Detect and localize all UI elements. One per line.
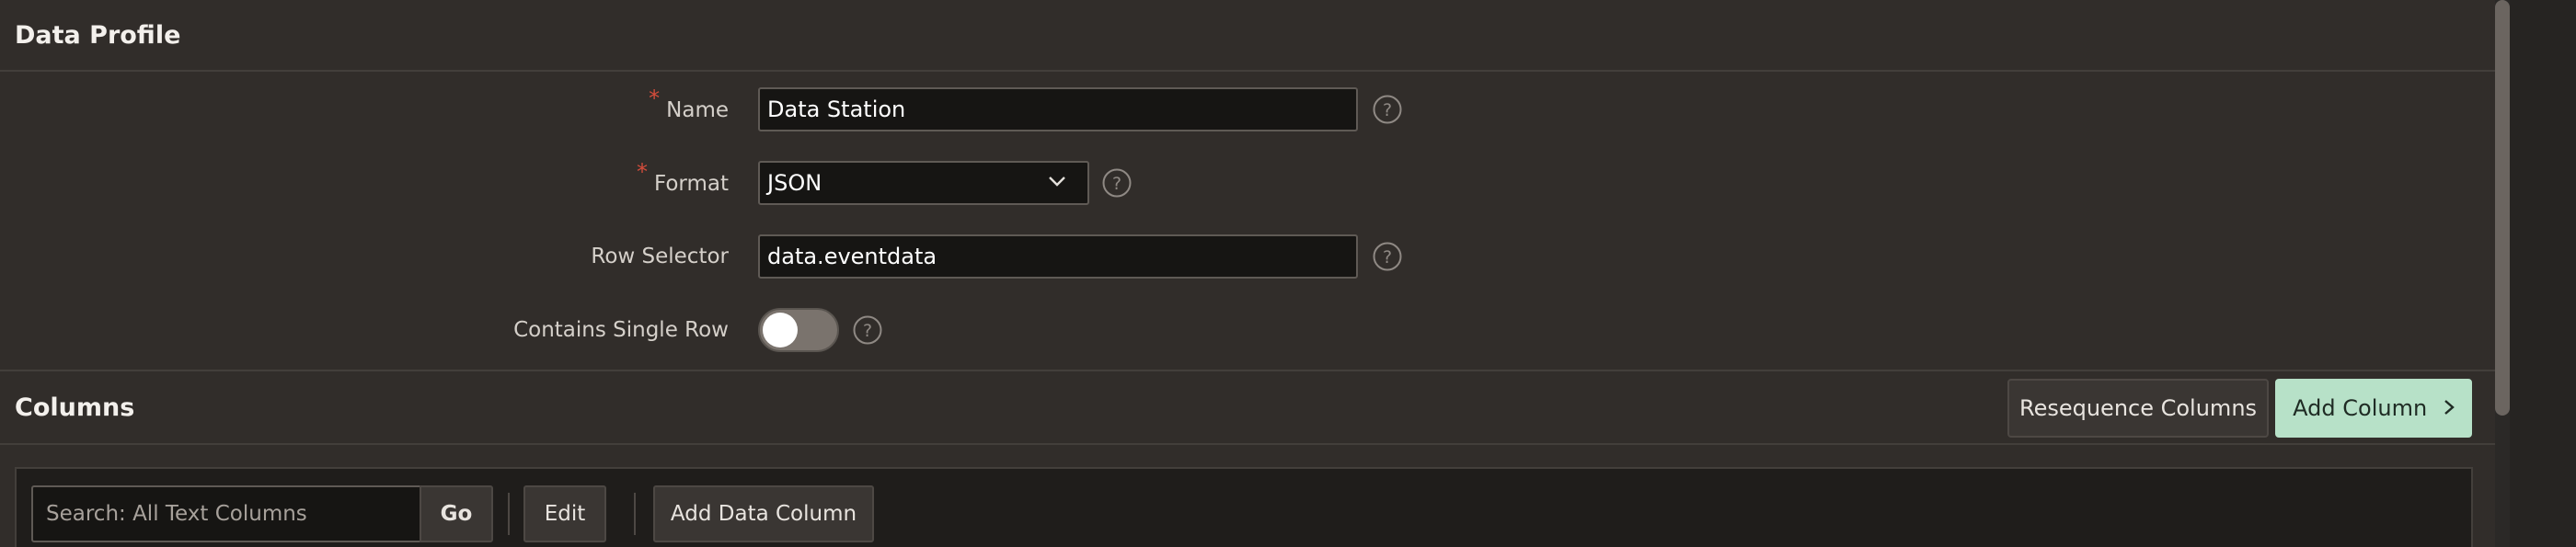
help-icon[interactable]: ? (852, 314, 883, 346)
required-indicator: * (636, 159, 648, 185)
svg-text:?: ? (1383, 247, 1392, 268)
go-button[interactable]: Go (420, 485, 493, 542)
row-selector-field-row: Row Selector data.eventdata ? (0, 234, 2495, 279)
single-row-toggle[interactable] (758, 308, 839, 352)
single-row-field-row: Contains Single Row ? (0, 308, 2495, 352)
data-profile-header: Data Profile (0, 0, 2495, 72)
right-gutter (2510, 0, 2576, 547)
resequence-columns-button[interactable]: Resequence Columns (2007, 379, 2269, 438)
search-placeholder: Search: All Text Columns (46, 502, 307, 526)
scrollbar-thumb[interactable] (2495, 0, 2510, 416)
format-field-row: * Format JSON ? (0, 159, 2495, 205)
add-column-label: Add Column (2293, 395, 2428, 421)
svg-text:?: ? (863, 321, 872, 341)
add-data-column-label: Add Data Column (670, 502, 857, 526)
chevron-down-icon (1049, 177, 1065, 187)
edit-button[interactable]: Edit (523, 485, 606, 542)
add-data-column-button[interactable]: Add Data Column (653, 485, 874, 542)
format-select[interactable]: JSON (758, 161, 1089, 205)
svg-text:?: ? (1383, 100, 1392, 120)
help-icon[interactable]: ? (1372, 241, 1403, 272)
svg-text:?: ? (1112, 174, 1121, 194)
name-label: * Name (649, 85, 729, 131)
go-button-label: Go (440, 502, 473, 526)
chevron-right-icon (2444, 400, 2455, 415)
page: Data Profile * Name Data Station ? * Forma… (0, 0, 2576, 547)
required-indicator: * (649, 85, 661, 111)
row-selector-input[interactable]: data.eventdata (758, 234, 1358, 279)
help-icon[interactable]: ? (1372, 94, 1403, 125)
name-label-text: Name (666, 98, 729, 122)
resequence-columns-label: Resequence Columns (2018, 395, 2258, 421)
toolbar-divider (634, 493, 636, 535)
columns-header: Columns Resequence Columns Add Column (0, 370, 2495, 445)
toolbar-divider (508, 493, 510, 535)
add-column-button[interactable]: Add Column (2275, 379, 2472, 438)
format-label-text: Format (653, 172, 729, 196)
name-field-row: * Name Data Station ? (0, 85, 2495, 131)
main-content: Data Profile * Name Data Station ? * Forma… (0, 0, 2495, 547)
data-profile-title: Data Profile (15, 20, 181, 50)
format-label: * Format (636, 159, 729, 205)
edit-button-label: Edit (544, 502, 586, 526)
help-icon[interactable]: ? (1101, 167, 1133, 199)
columns-title: Columns (15, 393, 135, 422)
toggle-knob (763, 313, 798, 348)
columns-toolbar: Search: All Text Columns Go Edit Add Dat… (15, 467, 2473, 547)
row-selector-label: Row Selector (591, 245, 729, 268)
format-selected-value: JSON (767, 170, 822, 196)
search-input[interactable]: Search: All Text Columns (31, 485, 434, 542)
name-input[interactable]: Data Station (758, 87, 1358, 131)
single-row-label: Contains Single Row (513, 318, 729, 342)
